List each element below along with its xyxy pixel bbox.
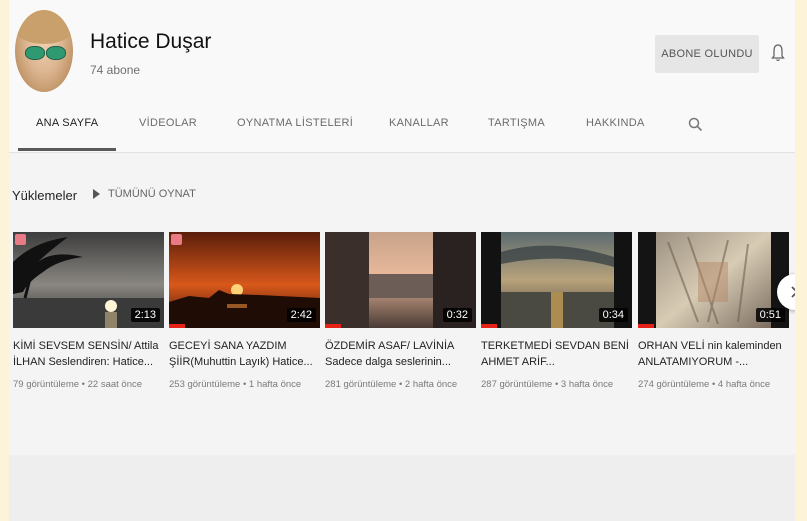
video-card[interactable]: 2:13 KİMİ SEVSEM SENSİN/ Attila İLHAN Se… [13,232,164,390]
video-meta: 253 görüntüleme • 1 hafta önce [169,379,302,390]
chevron-right-icon [791,286,795,298]
video-title[interactable]: ORHAN VELİ nin kaleminden ANLATAMIYORUM … [638,338,789,370]
section-title[interactable]: Yüklemeler [12,188,77,203]
tab-about[interactable]: HAKKINDA [586,117,645,129]
active-tab-indicator [18,148,116,151]
channel-tabs: ANA SAYFA VİDEOLAR OYNATMA LİSTELERİ KAN… [9,100,795,153]
video-thumbnail[interactable]: 0:51 [638,232,789,328]
video-card[interactable]: 0:32 ÖZDEMİR ASAF/ LAVİNİA Sadece dalga … [325,232,476,390]
video-card[interactable]: 0:51 ORHAN VELİ nin kaleminden ANLATAMIY… [638,232,789,390]
watch-progress [169,324,185,328]
video-thumbnail[interactable]: 0:34 [481,232,632,328]
video-duration: 2:42 [286,308,316,322]
watch-progress [325,324,341,328]
play-all-label: TÜMÜNÜ OYNAT [108,188,196,200]
video-card[interactable]: 2:42 GECEYİ SANA YAZDIM ŞİİR(Muhuttin La… [169,232,320,390]
video-duration: 2:13 [130,308,160,322]
tab-channels[interactable]: KANALLAR [389,117,449,129]
channel-page: Hatice Duşar 74 abone ABONE OLUNDU ANA S… [9,0,795,521]
play-icon [93,189,100,199]
video-duration: 0:34 [598,308,628,322]
tab-home[interactable]: ANA SAYFA [36,117,98,129]
video-title[interactable]: GECEYİ SANA YAZDIM ŞİİR(Muhuttin Layık) … [169,338,320,370]
video-duration: 0:32 [442,308,472,322]
play-all-button[interactable]: TÜMÜNÜ OYNAT [93,188,196,200]
video-card[interactable]: 0:34 TERKETMEDİ SEVDAN BENİ AHMET ARİF..… [481,232,632,390]
tab-playlists[interactable]: OYNATMA LİSTELERİ [237,117,353,129]
video-meta: 281 görüntüleme • 2 hafta önce [325,379,458,390]
subscriber-count: 74 abone [90,63,141,77]
video-thumbnail[interactable]: 0:32 [325,232,476,328]
pin-badge [171,234,182,245]
subscribed-button[interactable]: ABONE OLUNDU [655,35,759,73]
video-meta: 274 görüntüleme • 4 hafta önce [638,379,771,390]
video-title[interactable]: ÖZDEMİR ASAF/ LAVİNİA Sadece dalga sesle… [325,338,476,370]
search-icon[interactable] [687,116,705,134]
tab-discussion[interactable]: TARTIŞMA [488,117,545,129]
video-thumbnail[interactable]: 2:13 [13,232,164,328]
watch-progress [638,324,654,328]
lower-content-area [9,455,795,521]
video-duration: 0:51 [755,308,785,322]
video-meta: 287 görüntüleme • 3 hafta önce [481,379,614,390]
video-thumbnail[interactable]: 2:42 [169,232,320,328]
channel-name[interactable]: Hatice Duşar [90,30,211,54]
avatar[interactable] [15,10,73,92]
video-title[interactable]: TERKETMEDİ SEVDAN BENİ AHMET ARİF... [481,338,632,370]
pin-badge [15,234,26,245]
bell-icon[interactable] [771,42,785,64]
watch-progress [481,324,497,328]
channel-header: Hatice Duşar 74 abone ABONE OLUNDU ANA S… [9,0,795,153]
video-title[interactable]: KİMİ SEVSEM SENSİN/ Attila İLHAN Seslend… [13,338,164,370]
tab-videos[interactable]: VİDEOLAR [139,117,197,129]
video-meta: 79 görüntüleme • 22 saat önce [13,379,143,390]
